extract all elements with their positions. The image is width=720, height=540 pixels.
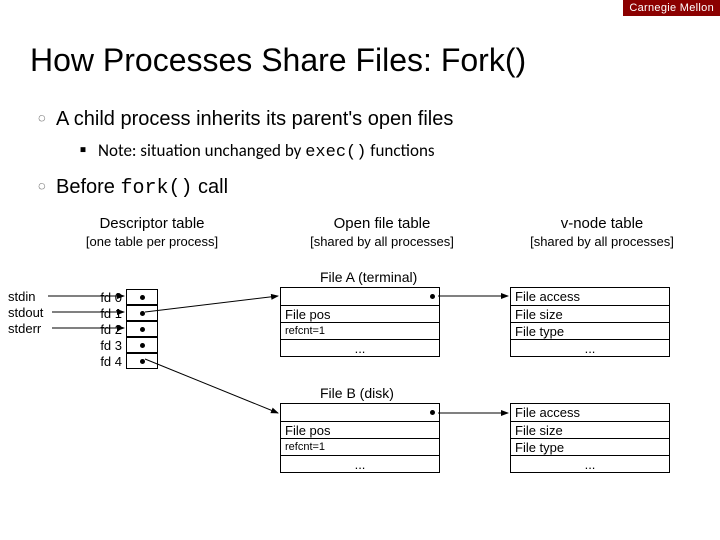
vnode-b-ellipsis: ... [585, 457, 596, 472]
vnode-b-group: File access File size File type ... [510, 403, 670, 473]
bullet-1: ◌A child process inherits its parent's o… [38, 104, 700, 134]
vnode-a-group: File access File size File type ... [510, 287, 670, 357]
file-a-row-refcnt: refcnt=1 [281, 322, 439, 339]
file-a-ellipsis: ... [355, 341, 366, 356]
col2-title: Open file table [282, 215, 482, 234]
fd0-cell [126, 289, 158, 305]
file-a-row-blank [281, 288, 439, 305]
bullet-2-suffix: functions [366, 140, 434, 161]
column-header-openfile: Open file table [shared by all processes… [282, 215, 482, 250]
bullet-marker: ◌ [38, 176, 56, 196]
file-b-group: File B (disk) File pos refcnt=1 ... [280, 385, 440, 473]
bullet-3-prefix: Before [56, 176, 120, 198]
fd1-label: fd 1 [96, 306, 126, 321]
vnode-a-row-size: File size [511, 305, 669, 322]
bullet-marker: ◌ [38, 108, 56, 128]
fd0-label: fd 0 [96, 290, 126, 305]
vnode-b-row-type: File type [511, 438, 669, 455]
file-b-refcnt: refcnt=1 [285, 441, 325, 453]
stdin-label: stdin [8, 289, 43, 305]
fd-pointer-dot [140, 311, 145, 316]
vnode-a-row-access: File access [511, 288, 669, 305]
vnode-b-row-access: File access [511, 404, 669, 421]
fd-row-0: fd 0 [96, 289, 158, 305]
bullet-2-code: exec() [305, 143, 366, 162]
fd-pointer-dot [140, 343, 145, 348]
fd3-label: fd 3 [96, 338, 126, 353]
col3-title: v-node table [502, 215, 702, 234]
fd2-cell [126, 321, 158, 337]
file-b-table: File pos refcnt=1 ... [280, 403, 440, 473]
file-b-label: File B (disk) [320, 385, 440, 401]
bullet-marker: ▪ [80, 137, 98, 163]
col2-sub: [shared by all processes] [282, 234, 482, 250]
vnode-a-table: File access File size File type ... [510, 287, 670, 357]
col1-sub: [one table per process] [52, 234, 252, 250]
fd1-cell [126, 305, 158, 321]
file-b-ellipsis: ... [355, 457, 366, 472]
column-header-vnode: v-node table [shared by all processes] [502, 215, 702, 250]
fd-pointer-dot [140, 359, 145, 364]
fd-pointer-dot [140, 295, 145, 300]
file-a-row-ellipsis: ... [281, 339, 439, 356]
vnode-a-size: File size [515, 307, 563, 322]
file-b-row-pos: File pos [281, 421, 439, 438]
file-b-row-ellipsis: ... [281, 455, 439, 472]
vnode-b-row-size: File size [511, 421, 669, 438]
fd3-cell [126, 337, 158, 353]
pointer-dot [430, 410, 435, 415]
fd-row-2: fd 2 [96, 321, 158, 337]
descriptor-table: fd 0 fd 1 fd 2 fd 3 fd 4 [96, 289, 158, 369]
file-a-group: File A (terminal) File pos refcnt=1 ... [280, 269, 440, 357]
slide-title: How Processes Share Files: Fork() [30, 42, 526, 79]
fd-pointer-dot [140, 327, 145, 332]
vnode-b-table: File access File size File type ... [510, 403, 670, 473]
file-b-row-blank [281, 404, 439, 421]
stderr-label: stderr [8, 321, 43, 337]
column-headers: Descriptor table [one table per process]… [0, 215, 720, 250]
vnode-b-row-ellipsis: ... [511, 455, 669, 472]
vnode-a-row-type: File type [511, 322, 669, 339]
file-a-table: File pos refcnt=1 ... [280, 287, 440, 357]
vnode-a-ellipsis: ... [585, 341, 596, 356]
stdout-label: stdout [8, 305, 43, 321]
fd-row-4: fd 4 [96, 353, 158, 369]
col3-sub: [shared by all processes] [502, 234, 702, 250]
file-a-label: File A (terminal) [320, 269, 440, 285]
fd4-label: fd 4 [96, 354, 126, 369]
col1-title: Descriptor table [52, 215, 252, 234]
stdio-labels: stdin stdout stderr [8, 289, 43, 337]
column-header-descriptor: Descriptor table [one table per process] [52, 215, 252, 250]
file-a-pos: File pos [285, 307, 331, 322]
fd-row-1: fd 1 [96, 305, 158, 321]
vnode-b-type: File type [515, 440, 564, 455]
file-a-row-pos: File pos [281, 305, 439, 322]
vnode-a-row-ellipsis: ... [511, 339, 669, 356]
bullet-2-prefix: Note: situation unchanged by [98, 140, 305, 161]
bullet-list: ◌A child process inherits its parent's o… [38, 104, 700, 204]
file-b-row-refcnt: refcnt=1 [281, 438, 439, 455]
pointer-dot [430, 294, 435, 299]
bullet-3-code: fork() [120, 177, 192, 200]
diagram-area: stdin stdout stderr fd 0 fd 1 fd 2 fd 3 … [0, 265, 720, 540]
brand-label: Carnegie Mellon [623, 0, 720, 16]
vnode-b-access: File access [515, 405, 580, 420]
vnode-a-type: File type [515, 324, 564, 339]
bullet-3: ◌Before fork() call [38, 172, 700, 204]
vnode-b-size: File size [515, 423, 563, 438]
fd-row-3: fd 3 [96, 337, 158, 353]
bullet-1-text: A child process inherits its parent's op… [56, 108, 453, 130]
vnode-a-access: File access [515, 289, 580, 304]
bullet-2: ▪Note: situation unchanged by exec() fun… [80, 138, 700, 166]
fd2-label: fd 2 [96, 322, 126, 337]
file-a-refcnt: refcnt=1 [285, 325, 325, 337]
bullet-3-suffix: call [193, 176, 229, 198]
file-b-pos: File pos [285, 423, 331, 438]
fd4-cell [126, 353, 158, 369]
